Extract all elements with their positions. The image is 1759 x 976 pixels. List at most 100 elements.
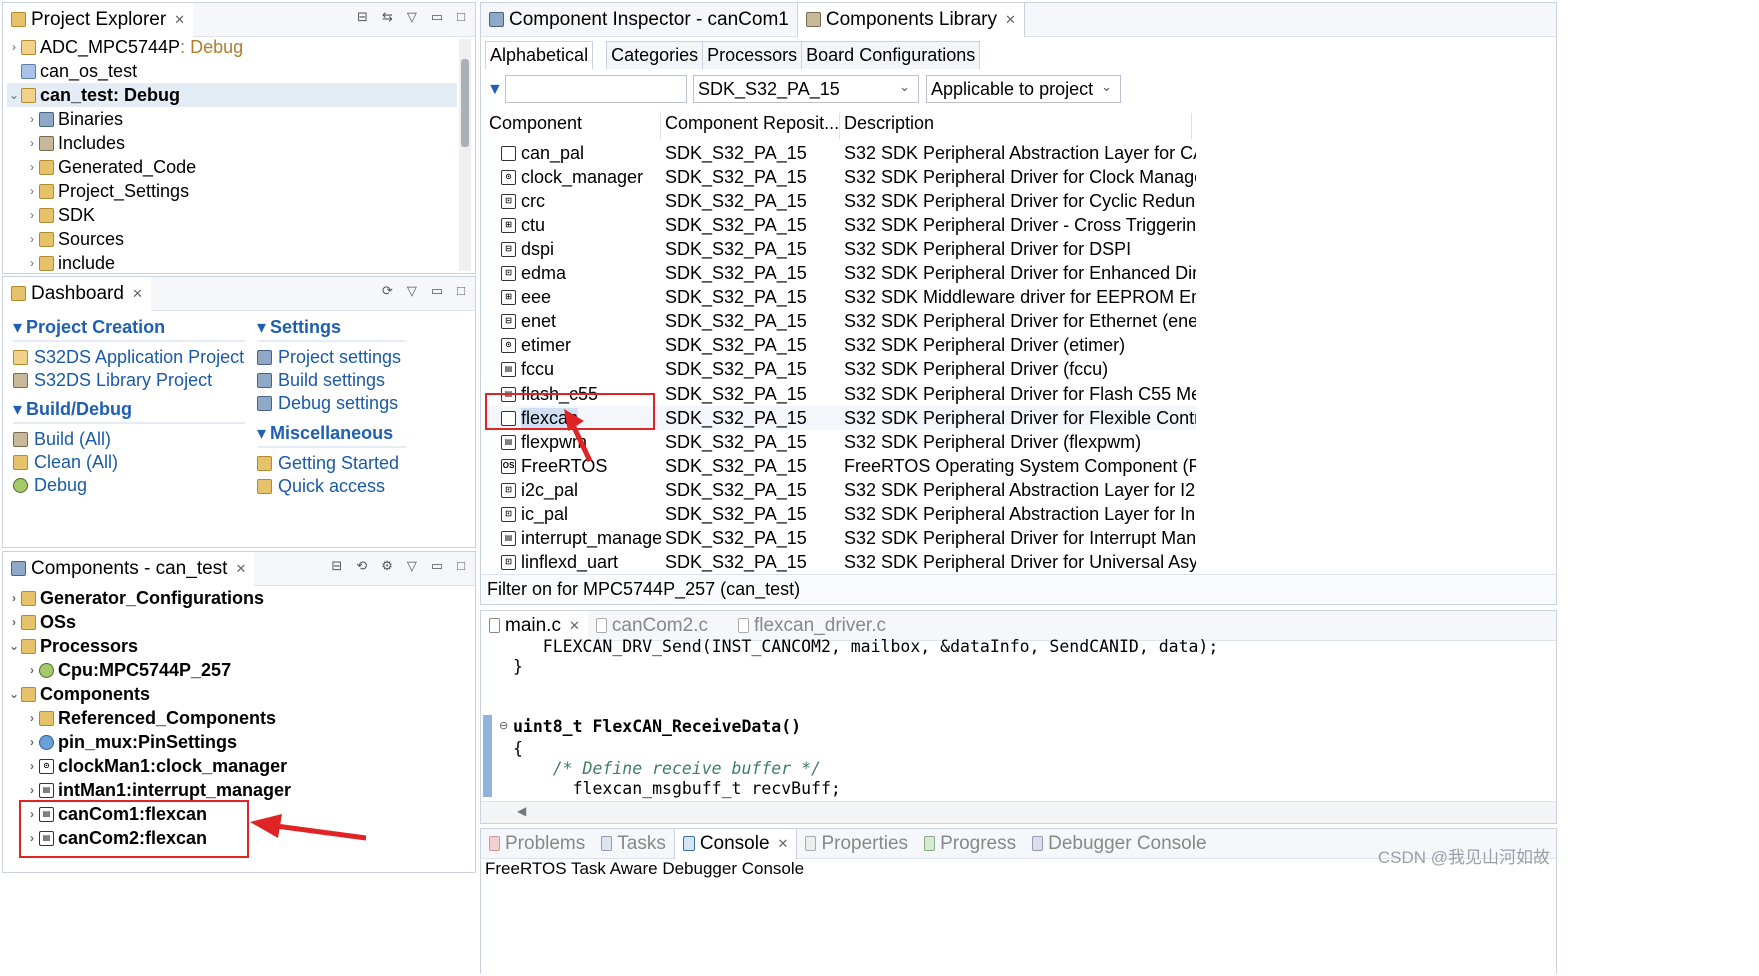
view-menu-icon[interactable]: ▽	[407, 9, 417, 25]
expand-icon[interactable]: ›	[25, 735, 39, 749]
fold-icon[interactable]: ⊖	[499, 719, 508, 732]
view-menu-icon[interactable]: ▽	[407, 558, 417, 574]
expand-icon[interactable]: ›	[25, 711, 39, 725]
tree-item-pin-mux[interactable]: › pin_mux:PinSettings	[25, 730, 467, 754]
generate-code-icon[interactable]: ⚙	[381, 558, 393, 574]
tree-item-referenced-components[interactable]: › Referenced_Components	[25, 706, 467, 730]
tab-flexcan-driver-c[interactable]: flexcan_driver.c	[730, 611, 894, 641]
library-row-ic-pal[interactable]: ⊡ ic_pal SDK_S32_PA_15 S32 SDK Peripheral A…	[485, 503, 1196, 527]
repository-select[interactable]: SDK_S32_PA_15 ⌄	[693, 75, 919, 103]
tree-item-adc[interactable]: › ADC_MPC5744P : Debug	[7, 35, 457, 59]
library-row-freertos[interactable]: OS FreeRTOS SDK_S32_PA_15 FreeRTOS Operatin…	[485, 454, 1196, 478]
column-description[interactable]: Description	[840, 113, 1192, 139]
tree-item-can-test[interactable]: ⌄ can_test: Debug	[7, 83, 457, 107]
tree-item-project-settings[interactable]: › Project_Settings	[25, 179, 457, 203]
library-row-flash-c55[interactable]: ▤ flash_c55 SDK_S32_PA_15 S32 SDK Periphera…	[485, 382, 1196, 406]
tree-item-cancom1[interactable]: › ▤ canCom1:flexcan	[25, 802, 467, 826]
tree-item-generator-configurations[interactable]: › Generator_Configurations	[7, 586, 467, 610]
tree-item-clockman1[interactable]: › ⊙ clockMan1:clock_manager	[25, 754, 467, 778]
collapse-all-icon[interactable]: ⊟	[331, 558, 342, 574]
expand-icon[interactable]: ›	[25, 759, 39, 773]
build-debug-title[interactable]: ▾ Build/Debug	[13, 399, 245, 424]
library-row-linflexd-uart[interactable]: ⊡ linflexd_uart SDK_S32_PA_15 S32 SDK Perip…	[485, 551, 1196, 575]
subtab-board-configurations[interactable]: Board Configurations	[801, 41, 981, 69]
tree-item-generated-code[interactable]: › Generated_Code	[25, 155, 457, 179]
close-icon[interactable]: ✕	[778, 836, 789, 852]
library-row-etimer[interactable]: ⊙ etimer SDK_S32_PA_15 S32 SDK Peripheral D…	[485, 334, 1196, 358]
tab-tasks[interactable]: Tasks	[593, 829, 674, 859]
clean-all-link[interactable]: Clean (All)	[13, 451, 245, 474]
misc-title[interactable]: ▾ Miscellaneous	[257, 423, 407, 448]
view-menu-icon[interactable]: ▽	[407, 283, 417, 299]
getting-started-link[interactable]: Getting Started	[257, 452, 407, 475]
code-line-5[interactable]: {	[513, 739, 523, 758]
code-line-4[interactable]: uint8_t FlexCAN_ReceiveData()	[513, 717, 801, 736]
tree-item-oss[interactable]: › OSs	[7, 610, 467, 634]
tab-properties[interactable]: Properties	[797, 829, 916, 859]
library-row-enet[interactable]: ⊟ enet SDK_S32_PA_15 S32 SDK Peripheral Dri…	[485, 310, 1196, 334]
components-library-tab[interactable]: Components Library ✕	[796, 3, 1025, 37]
expand-icon[interactable]: ›	[25, 831, 39, 845]
expand-icon[interactable]: ›	[25, 807, 39, 821]
code-line-1[interactable]: FLEXCAN_DRV_Send(INST_CANCOM2, mailbox, …	[513, 637, 1219, 656]
maximize-icon[interactable]: □	[457, 283, 465, 299]
library-row-edma[interactable]: ⊡ edma SDK_S32_PA_15 S32 SDK Peripheral Dri…	[485, 262, 1196, 286]
debug-link[interactable]: Debug	[13, 474, 245, 497]
library-row-fccu[interactable]: ▤ fccu SDK_S32_PA_15 S32 SDK Peripheral Dri…	[485, 358, 1196, 382]
chevron-down-icon[interactable]: ⌄	[7, 639, 21, 653]
library-row-ctu[interactable]: ⊞ ctu SDK_S32_PA_15 S32 SDK Peripheral Driv…	[485, 213, 1196, 237]
components-tab[interactable]: Components - can_test ✕	[3, 552, 255, 586]
component-inspector-tab[interactable]: Component Inspector - canCom1	[481, 3, 797, 37]
code-line-7[interactable]: flexcan_msgbuff_t recvBuff;	[513, 779, 841, 798]
tab-progress[interactable]: Progress	[916, 829, 1024, 859]
project-explorer-tab[interactable]: Project Explorer ✕	[3, 3, 194, 37]
expand-icon[interactable]: ›	[25, 256, 39, 270]
expand-icon[interactable]: ›	[25, 112, 39, 126]
close-icon[interactable]: ✕	[132, 286, 143, 302]
horizontal-scrollbar[interactable]: ◀	[481, 801, 1556, 823]
minimize-icon[interactable]: ▭	[431, 558, 443, 574]
minimize-icon[interactable]: ▭	[431, 9, 443, 25]
library-row-eee[interactable]: ⊞ eee SDK_S32_PA_15 S32 SDK Middleware driv…	[485, 286, 1196, 310]
library-row-can-pal[interactable]: can_pal SDK_S32_PA_15 S32 SDK Peripheral A…	[485, 141, 1196, 165]
scroll-thumb[interactable]	[461, 59, 469, 147]
column-repository[interactable]: Component Reposit...	[661, 113, 840, 139]
maximize-icon[interactable]: □	[457, 558, 465, 574]
library-row-flexcan[interactable]: flexcan SDK_S32_PA_15 S32 SDK Peripheral D…	[485, 406, 1196, 431]
code-line-6[interactable]: /* Define receive buffer */	[513, 759, 821, 778]
tree-item-sdk[interactable]: › SDK	[25, 203, 457, 227]
library-row-crc[interactable]: ⊡ crc SDK_S32_PA_15 S32 SDK Peripheral Driv…	[485, 189, 1196, 213]
expand-icon[interactable]: ›	[7, 615, 21, 629]
minimize-icon[interactable]: ▭	[431, 283, 443, 299]
library-row-interrupt-manage[interactable]: ▤ interrupt_manage SDK_S32_PA_15 S32 SDK Pe…	[485, 527, 1196, 551]
quick-access-link[interactable]: Quick access	[257, 475, 407, 498]
tab-cancom2-c[interactable]: canCom2.c	[588, 611, 716, 641]
refresh-icon[interactable]: ⟳	[382, 283, 393, 299]
expand-icon[interactable]: ›	[25, 160, 39, 174]
tree-item-sources[interactable]: › Sources	[25, 227, 457, 251]
subtab-categories[interactable]: Categories	[606, 41, 704, 69]
scroll-left-icon[interactable]: ◀	[517, 804, 526, 818]
chevron-down-icon[interactable]: ⌄	[7, 88, 21, 102]
close-icon[interactable]: ✕	[235, 561, 246, 577]
vertical-scrollbar[interactable]	[459, 39, 471, 271]
expand-icon[interactable]: ›	[7, 40, 21, 54]
subtab-alphabetical[interactable]: Alphabetical	[485, 41, 594, 69]
dashboard-tab[interactable]: Dashboard ✕	[3, 277, 151, 311]
expand-icon[interactable]: ›	[25, 783, 39, 797]
library-row-dspi[interactable]: ⊟ dspi SDK_S32_PA_15 S32 SDK Peripheral Dri…	[485, 237, 1196, 261]
tree-item-intman1[interactable]: › ▤ intMan1:interrupt_manager	[25, 778, 467, 802]
close-icon[interactable]: ✕	[174, 12, 185, 28]
expand-icon[interactable]: ›	[7, 591, 21, 605]
library-row-i2c-pal[interactable]: ⊡ i2c_pal SDK_S32_PA_15 S32 SDK Peripheral …	[485, 478, 1196, 502]
code-line-2[interactable]: }	[513, 657, 523, 676]
close-icon[interactable]: ✕	[1005, 12, 1016, 28]
tree-item-cpu[interactable]: › Cpu:MPC5744P_257	[7, 658, 467, 682]
link-editor-icon[interactable]: ⇆	[382, 9, 393, 25]
tree-item-processors[interactable]: ⌄ Processors	[7, 634, 467, 658]
debug-settings-link[interactable]: Debug settings	[257, 392, 407, 415]
chevron-down-icon[interactable]: ⌄	[7, 687, 21, 701]
s32ds-library-project-link[interactable]: S32DS Library Project	[13, 369, 245, 392]
build-settings-link[interactable]: Build settings	[257, 369, 407, 392]
tab-debugger-console[interactable]: Debugger Console	[1024, 829, 1214, 859]
